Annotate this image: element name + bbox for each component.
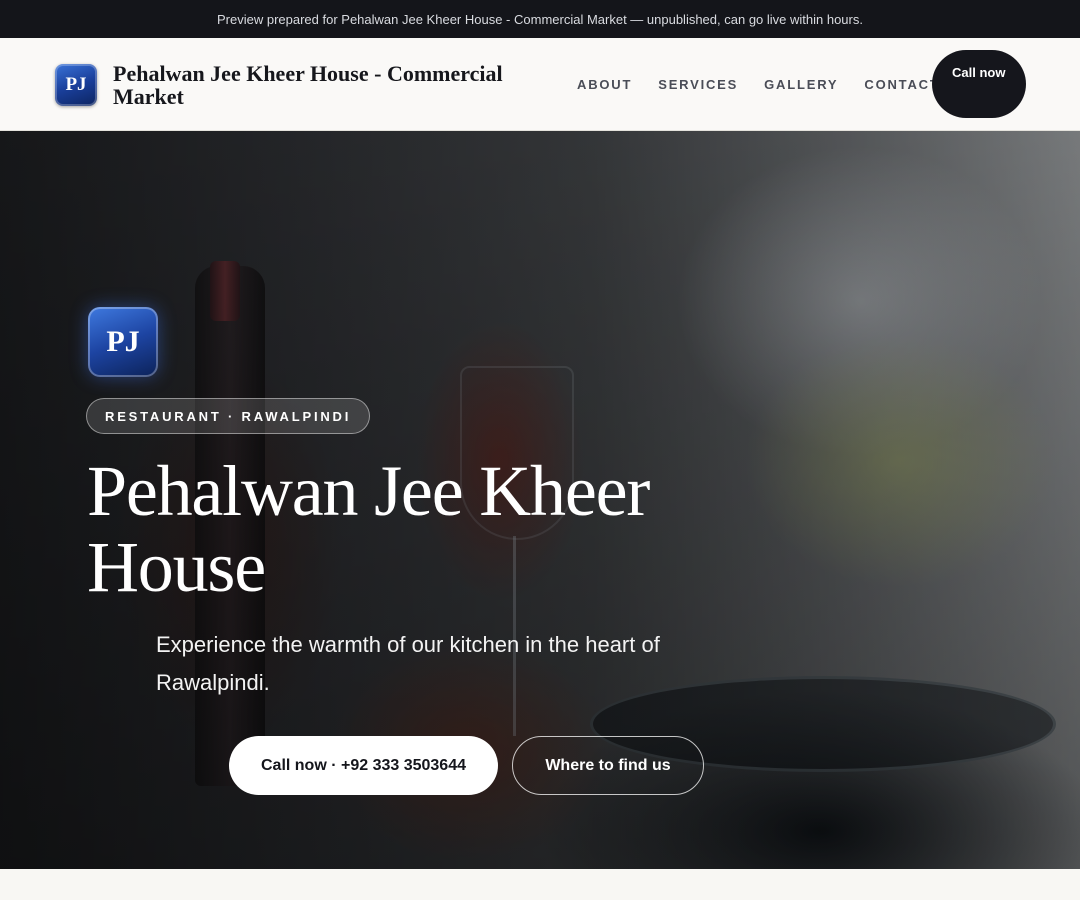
preview-banner: Preview prepared for Pehalwan Jee Kheer … [0, 0, 1080, 38]
nav-link-services[interactable]: SERVICES [658, 77, 738, 92]
hero-logo: PJ [88, 307, 158, 377]
nav-link-gallery[interactable]: GALLERY [764, 77, 838, 92]
nav-link-about[interactable]: ABOUT [577, 77, 632, 92]
preview-banner-text: Preview prepared for Pehalwan Jee Kheer … [217, 11, 863, 27]
hero-section: PJ RESTAURANT · RAWALPINDI Pehalwan Jee … [0, 131, 1080, 869]
find-us-button[interactable]: Where to find us [512, 736, 704, 795]
nav-link-contact[interactable]: CONTACT [864, 77, 939, 92]
category-chip: RESTAURANT · RAWALPINDI [86, 398, 371, 434]
brand-name[interactable]: Pehalwan Jee Kheer House - Commercial Ma… [113, 62, 533, 108]
brand-logo[interactable]: PJ [55, 64, 97, 106]
main-nav: ABOUT SERVICES GALLERY CONTACT [577, 38, 940, 130]
brand[interactable]: PJ Pehalwan Jee Kheer House - Commercial… [55, 62, 533, 108]
site-header: PJ Pehalwan Jee Kheer House - Commercial… [0, 38, 1080, 131]
header-call-button[interactable]: Call now [932, 50, 1026, 118]
hero-subtitle: Experience the warmth of our kitchen in … [156, 632, 660, 695]
call-now-button[interactable]: Call now · +92 333 3503644 [229, 736, 498, 795]
hero-title: Pehalwan Jee Kheer House [87, 451, 650, 607]
